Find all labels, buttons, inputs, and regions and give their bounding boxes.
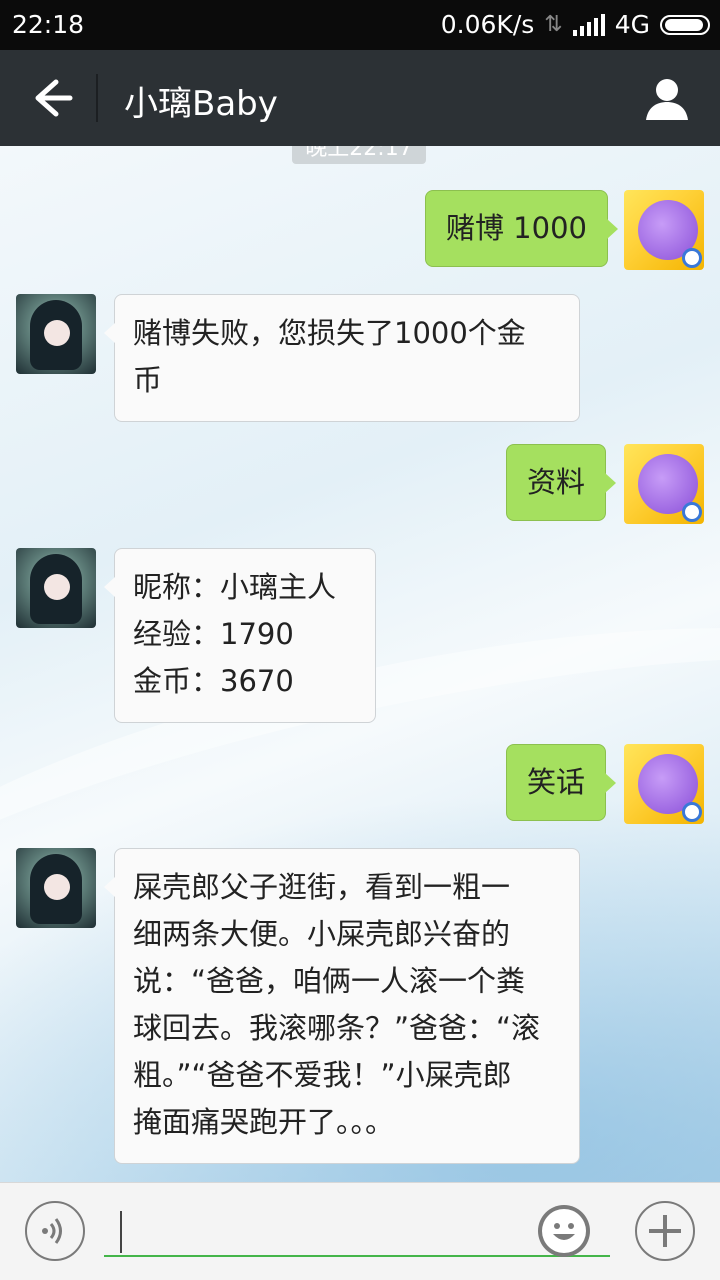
incoming-message[interactable]: 昵称：小璃主人 经验：1790 金币：3670 (104, 548, 376, 723)
emoji-button[interactable] (538, 1205, 590, 1257)
data-transfer-icon: ⇅ (544, 12, 563, 37)
voice-button[interactable] (25, 1201, 85, 1261)
network-type: 4G (614, 10, 650, 39)
title-bar: 小璃Baby (0, 50, 720, 146)
input-bar (0, 1182, 720, 1280)
outgoing-message[interactable]: 笑话 (505, 744, 617, 821)
outgoing-message[interactable]: 资料 (505, 444, 617, 521)
battery-icon (660, 14, 710, 35)
status-bar: 22:18 0.06K/s ⇅ 4G (0, 0, 720, 50)
outgoing-message[interactable]: 赌博 1000 (424, 190, 619, 267)
signal-icon (572, 13, 605, 36)
back-button[interactable] (22, 74, 74, 122)
chat-area[interactable]: 晚上22:17 赌博 1000 赌博失败，您损失了1000个金 币 资料 昵称：… (0, 146, 720, 1182)
title-divider (96, 74, 98, 122)
my-avatar[interactable] (624, 190, 704, 270)
message-timestamp: 晚上22:17 (292, 146, 426, 164)
chat-title: 小璃Baby (124, 84, 278, 124)
network-speed: 0.06K/s (440, 10, 535, 39)
profile-button[interactable] (644, 76, 690, 122)
message-input[interactable] (104, 1205, 610, 1257)
voice-icon (42, 1218, 62, 1244)
arrow-left-icon (35, 79, 73, 117)
plus-icon (649, 1215, 681, 1247)
contact-avatar[interactable] (16, 548, 96, 628)
status-time: 22:18 (12, 10, 85, 39)
person-icon (646, 79, 688, 120)
incoming-message[interactable]: 屎壳郎父子逛街，看到一粗一 细两条大便。小屎壳郎兴奋的 说：“爸爸，咱俩一人滚一… (104, 848, 580, 1164)
incoming-message[interactable]: 赌博失败，您损失了1000个金 币 (104, 294, 580, 422)
more-button[interactable] (635, 1201, 695, 1261)
emoji-icon (542, 1209, 586, 1253)
text-caret (120, 1211, 122, 1253)
contact-avatar[interactable] (16, 294, 96, 374)
my-avatar[interactable] (624, 444, 704, 524)
my-avatar[interactable] (624, 744, 704, 824)
contact-avatar[interactable] (16, 848, 96, 928)
